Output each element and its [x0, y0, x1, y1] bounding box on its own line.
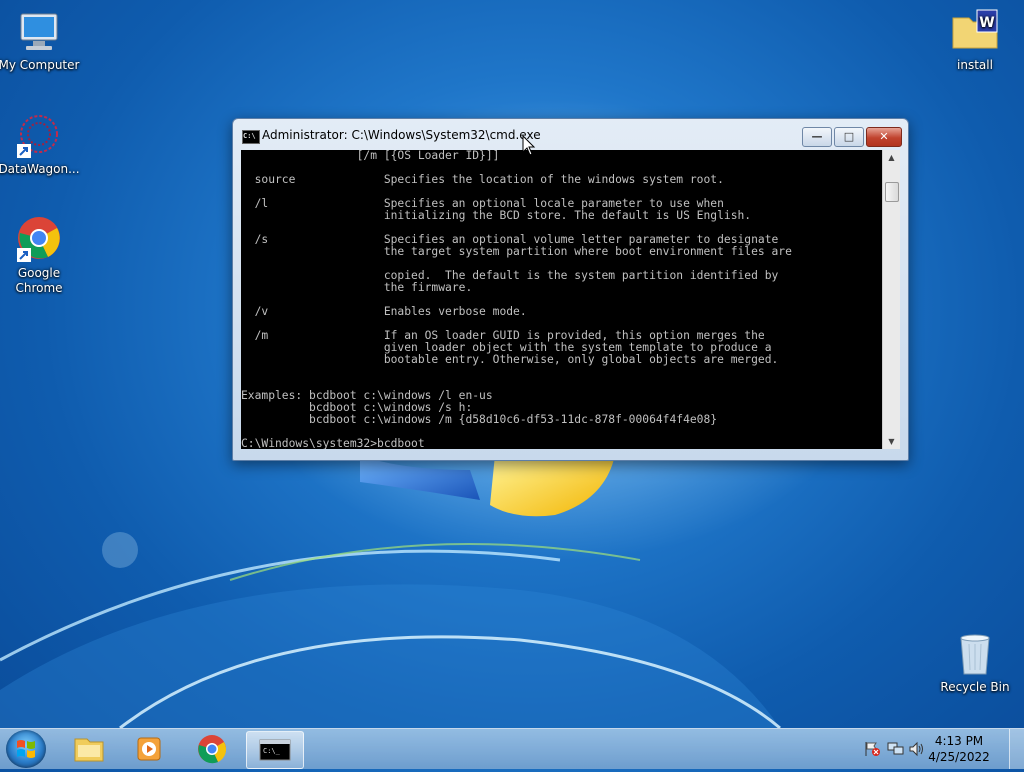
svg-text:C:\_: C:\_ — [263, 747, 281, 755]
close-button[interactable]: ✕ — [866, 127, 902, 147]
taskbar-clock[interactable]: 4:13 PM 4/25/2022 — [924, 733, 994, 765]
console-output[interactable]: [/m [{OS Loader ID}]] source Specifies t… — [241, 150, 882, 449]
recycle-bin-icon — [951, 630, 999, 678]
desktop-icon-label: My Computer — [0, 58, 80, 72]
console-line: bcdboot c:\windows /m {d58d10c6-df53-11d… — [241, 413, 718, 426]
network-icon[interactable] — [887, 741, 905, 757]
clock-time: 4:13 PM — [934, 734, 984, 748]
taskbar: C:\_ 4:13 PM 4/25/2022 — [0, 728, 1024, 769]
console-line: bootable entry. Otherwise, only global o… — [241, 353, 779, 366]
show-desktop-button[interactable] — [1009, 729, 1024, 769]
maximize-button[interactable]: □ — [834, 127, 864, 147]
desktop-icon-label: Google Chrome — [15, 266, 63, 295]
mouse-cursor-icon — [522, 135, 536, 156]
taskbar-windows-explorer[interactable] — [63, 731, 115, 767]
cmd-window[interactable]: C:\ Administrator: C:\Windows\System32\c… — [232, 118, 909, 461]
desktop-icon-my-computer[interactable]: My Computer — [0, 8, 81, 73]
maximize-icon: □ — [843, 130, 855, 143]
start-button[interactable] — [6, 730, 46, 768]
console-line: [/m [{OS Loader ID}]] — [241, 150, 500, 162]
media-player-icon — [137, 737, 161, 761]
desktop-icon-label: install — [957, 58, 993, 72]
scrollbar-thumb[interactable] — [885, 182, 899, 202]
explorer-folder-icon — [74, 738, 104, 762]
console-line: source Specifies the location of the win… — [241, 173, 724, 186]
window-titlebar[interactable]: C:\ Administrator: C:\Windows\System32\c… — [233, 119, 908, 149]
window-title: Administrator: C:\Windows\System32\cmd.e… — [262, 128, 541, 142]
scroll-down-arrow-icon[interactable]: ▼ — [883, 434, 900, 449]
clock-date: 4/25/2022 — [928, 750, 990, 764]
taskbar-command-prompt[interactable]: C:\_ — [246, 731, 304, 769]
console-line: initializing the BCD store. The default … — [241, 209, 752, 222]
computer-icon — [15, 8, 63, 56]
cmd-icon: C:\ — [242, 130, 260, 144]
taskbar-google-chrome[interactable] — [186, 731, 238, 767]
chrome-icon — [198, 735, 227, 764]
console-line: the target system partition where boot e… — [241, 245, 792, 258]
console-line: the firmware. — [241, 281, 473, 294]
chrome-icon — [15, 216, 63, 264]
desktop-icon-install[interactable]: W install — [933, 8, 1017, 73]
svg-text:W: W — [979, 15, 994, 31]
system-tray: 4:13 PM 4/25/2022 — [854, 729, 1024, 769]
desktop-icon-recycle-bin[interactable]: Recycle Bin — [933, 630, 1017, 695]
desktop-icon-datawagon[interactable]: DataWagon... — [0, 112, 81, 177]
desktop-icon-google-chrome[interactable]: Google Chrome — [0, 216, 81, 296]
windows-logo-icon — [17, 740, 35, 758]
taskbar-media-player[interactable] — [124, 731, 176, 767]
scroll-up-arrow-icon[interactable]: ▲ — [883, 150, 900, 165]
minimize-button[interactable]: — — [802, 127, 832, 147]
action-center-flag-icon[interactable] — [864, 741, 882, 757]
vertical-scrollbar[interactable]: ▲ ▼ — [882, 150, 900, 449]
console-line: C:\Windows\system32>bcdboot _ — [241, 437, 439, 450]
cmd-icon: C:\_ — [259, 739, 291, 761]
console-line: /v Enables verbose mode. — [241, 305, 527, 318]
folder-icon: W — [951, 8, 999, 56]
desktop-icon-label: Recycle Bin — [940, 680, 1010, 694]
desktop-icon-label: DataWagon... — [0, 162, 80, 176]
datawagon-shortcut-icon — [15, 112, 63, 160]
minimize-icon: — — [811, 130, 823, 143]
console-text: [/m [{OS Loader ID}]] source Specifies t… — [241, 150, 792, 449]
close-icon: ✕ — [879, 130, 889, 143]
